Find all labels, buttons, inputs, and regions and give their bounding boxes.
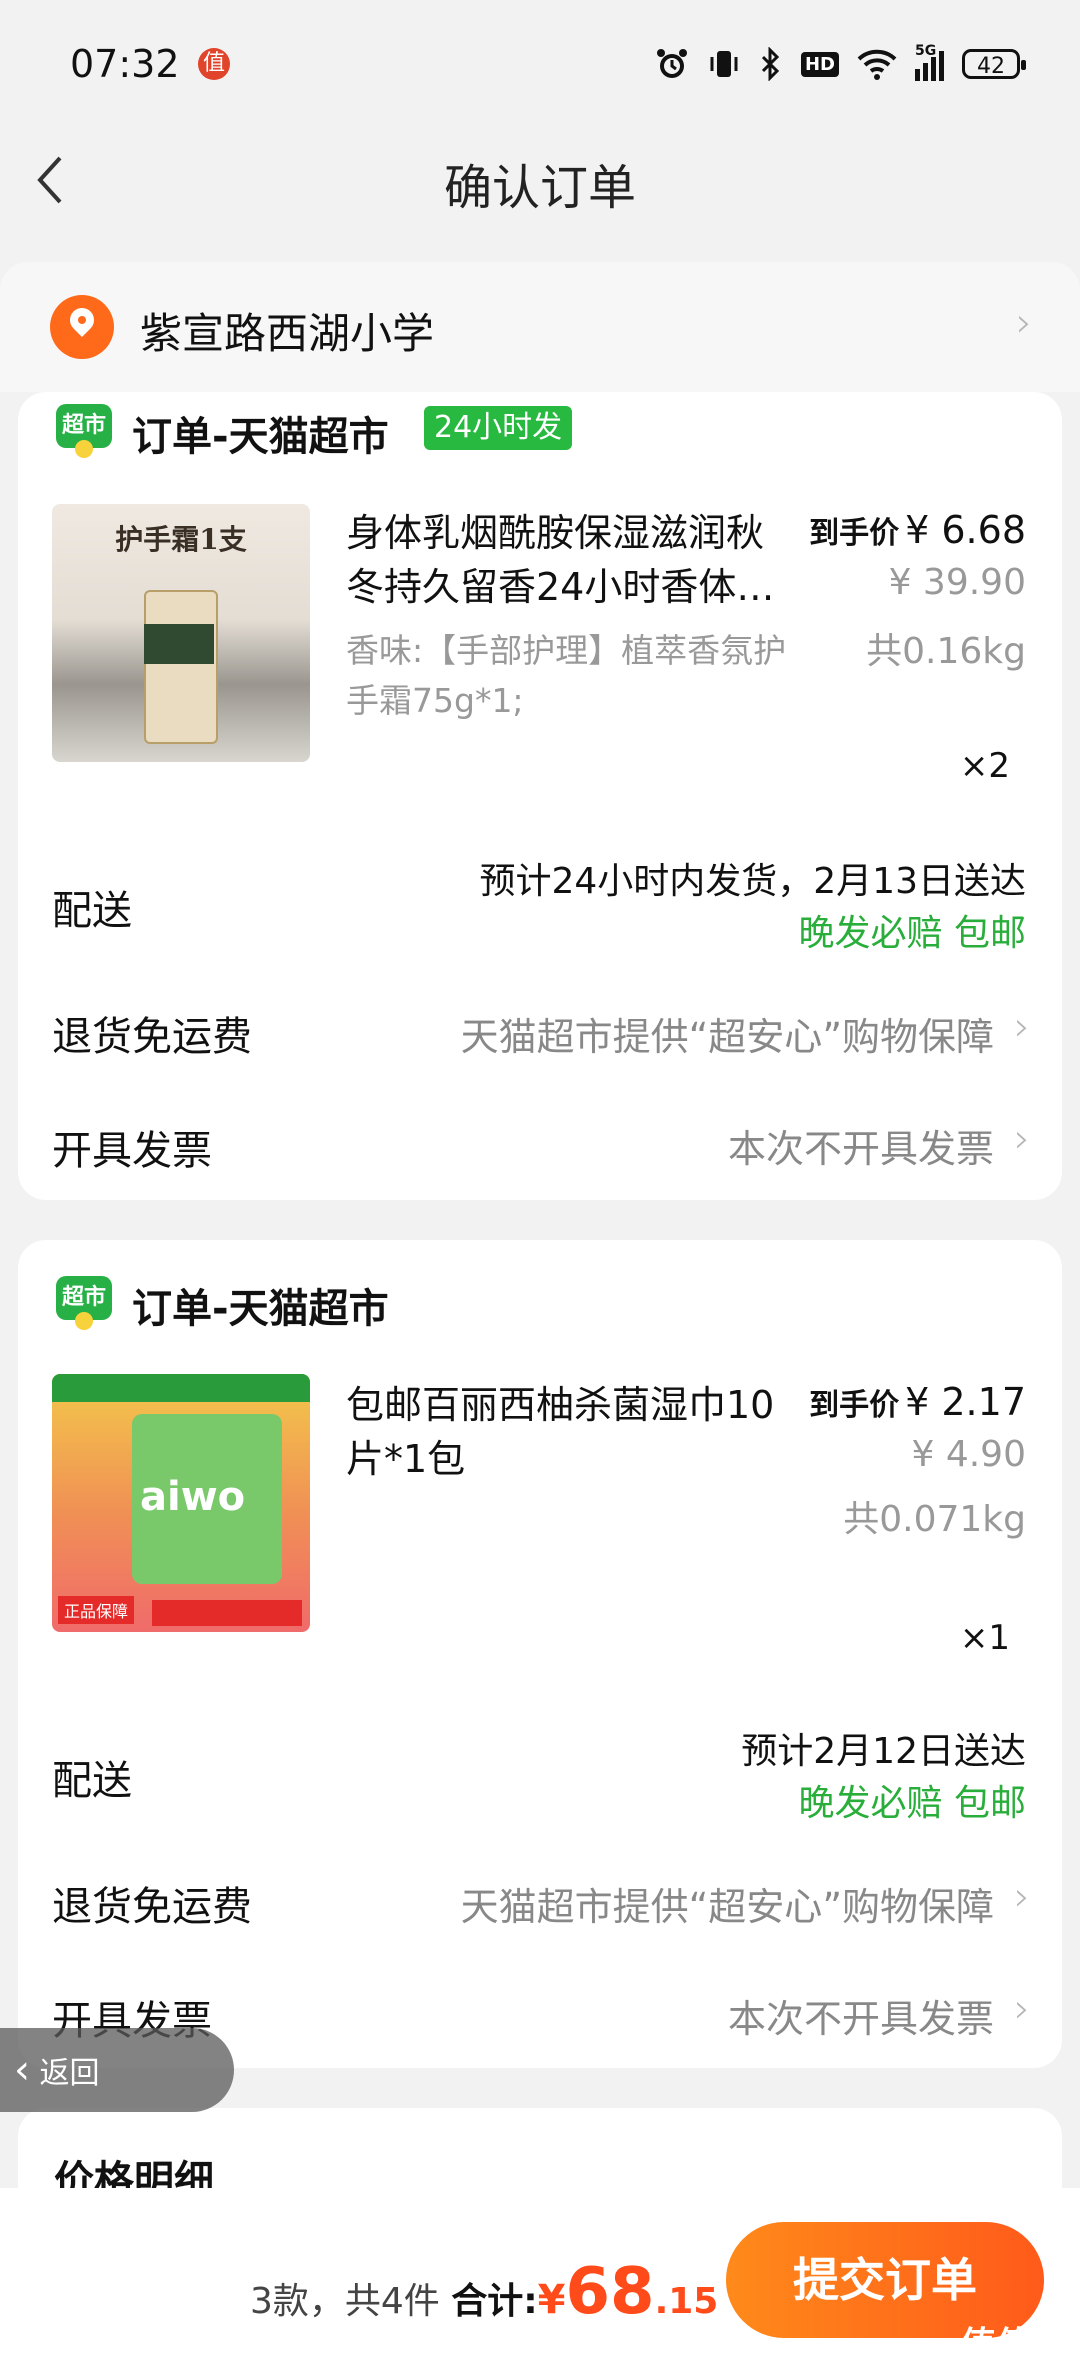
status-icons: HD 5G 42 <box>655 42 1026 86</box>
total-currency: ¥ <box>537 2277 566 2323</box>
store-name: 订单-天猫超市 <box>132 414 389 460</box>
invoice-info[interactable]: 本次不开具发票 <box>728 1118 994 1173</box>
return-info[interactable]: 天猫超市提供“超安心”购物保障 <box>461 1006 994 1061</box>
weight: 共0.071kg <box>843 1499 1026 1540</box>
price-now: 到手价 ¥ 2.17 <box>809 1380 1026 1424</box>
price-original: ¥ 39.90 <box>888 562 1026 603</box>
price-original: ¥ 4.90 <box>911 1434 1026 1475</box>
vibrate-icon <box>710 51 738 77</box>
store-name: 订单-天猫超市 <box>132 1286 389 1332</box>
weight: 共0.16kg <box>866 631 1026 672</box>
product-thumbnail[interactable]: 护手霜1支 <box>52 504 310 762</box>
delivery-label: 配送 <box>52 1758 132 1804</box>
floating-back-label: 返回 <box>39 2056 100 2091</box>
address-text: 紫宣路西湖小学 <box>140 309 435 358</box>
location-pin-icon <box>50 295 114 359</box>
product-thumbnail[interactable]: aiwo 正品保障 <box>52 1374 310 1632</box>
product-spec[interactable]: 香味:【手部护理】植萃香氛护手霜75g*1; <box>346 626 806 726</box>
total-label: 合计: <box>451 2281 538 2322</box>
return-label: 退货免运费 <box>52 1014 252 1060</box>
chevron-right-icon[interactable]: › <box>1014 1004 1030 1050</box>
wifi-icon <box>857 49 897 80</box>
item-count: 3款，共4件 <box>250 2281 440 2322</box>
hd-icon: HD <box>800 51 839 77</box>
quantity[interactable]: ×1 <box>960 1618 1010 1658</box>
quantity[interactable]: ×2 <box>960 746 1010 786</box>
shipping-tag: 24小时发 <box>424 406 573 450</box>
watermark-url: zhizhizhi.com <box>946 2352 1068 2373</box>
thumb-caption: 护手霜1支 <box>115 523 247 556</box>
bluetooth-icon <box>761 47 780 81</box>
thumb-badge: 正品保障 <box>58 1596 135 1624</box>
order-card <box>18 1240 1062 2068</box>
notification-badge-icon: 值 <box>198 48 230 80</box>
return-label: 退货免运费 <box>52 1884 252 1930</box>
order-summary: 3款，共4件 合计:¥68.15 <box>250 2255 718 2329</box>
floating-back-button[interactable]: ‹ 返回 <box>0 2028 234 2112</box>
chevron-right-icon[interactable]: › <box>1014 1116 1030 1162</box>
chevron-right-icon[interactable]: › <box>1016 300 1032 346</box>
chevron-right-icon[interactable]: › <box>1014 1874 1030 1920</box>
thumb-brand: aiwo <box>140 1474 246 1520</box>
total-integer: 68 <box>565 2255 655 2329</box>
delivery-label: 配送 <box>52 888 132 934</box>
status-time: 07:32 <box>70 42 180 86</box>
price-now: 到手价 ¥ 6.68 <box>809 508 1026 552</box>
network-type: 5G <box>915 43 937 59</box>
delivery-info: 预计24小时内发货，2月13日送达 <box>479 861 1026 902</box>
battery-icon: 42 <box>962 49 1026 79</box>
signal-icon: 5G <box>915 43 944 81</box>
delivery-promise: 晚发必赔 包邮 <box>798 1783 1026 1824</box>
tmall-supermarket-logo: 超市 <box>56 1276 112 1330</box>
invoice-info[interactable]: 本次不开具发票 <box>728 1988 994 2043</box>
tmall-supermarket-logo: 超市 <box>56 404 112 458</box>
total-decimal: .15 <box>654 2281 719 2322</box>
product-title[interactable]: 包邮百丽西柚杀菌湿巾10片*1包 <box>346 1378 796 1486</box>
page-title: 确认订单 <box>443 160 636 216</box>
alarm-icon <box>656 49 687 78</box>
delivery-info: 预计2月12日送达 <box>741 1731 1026 1772</box>
chevron-right-icon[interactable]: › <box>1014 1986 1030 2032</box>
invoice-label: 开具发票 <box>52 1128 212 1174</box>
product-title[interactable]: 身体乳烟酰胺保湿滋润秋冬持久留香24小时香体… <box>346 506 796 614</box>
delivery-promise: 晚发必赔 包邮 <box>798 913 1026 954</box>
chevron-left-icon: ‹ <box>14 2047 30 2093</box>
return-info[interactable]: 天猫超市提供“超安心”购物保障 <box>461 1876 994 1931</box>
